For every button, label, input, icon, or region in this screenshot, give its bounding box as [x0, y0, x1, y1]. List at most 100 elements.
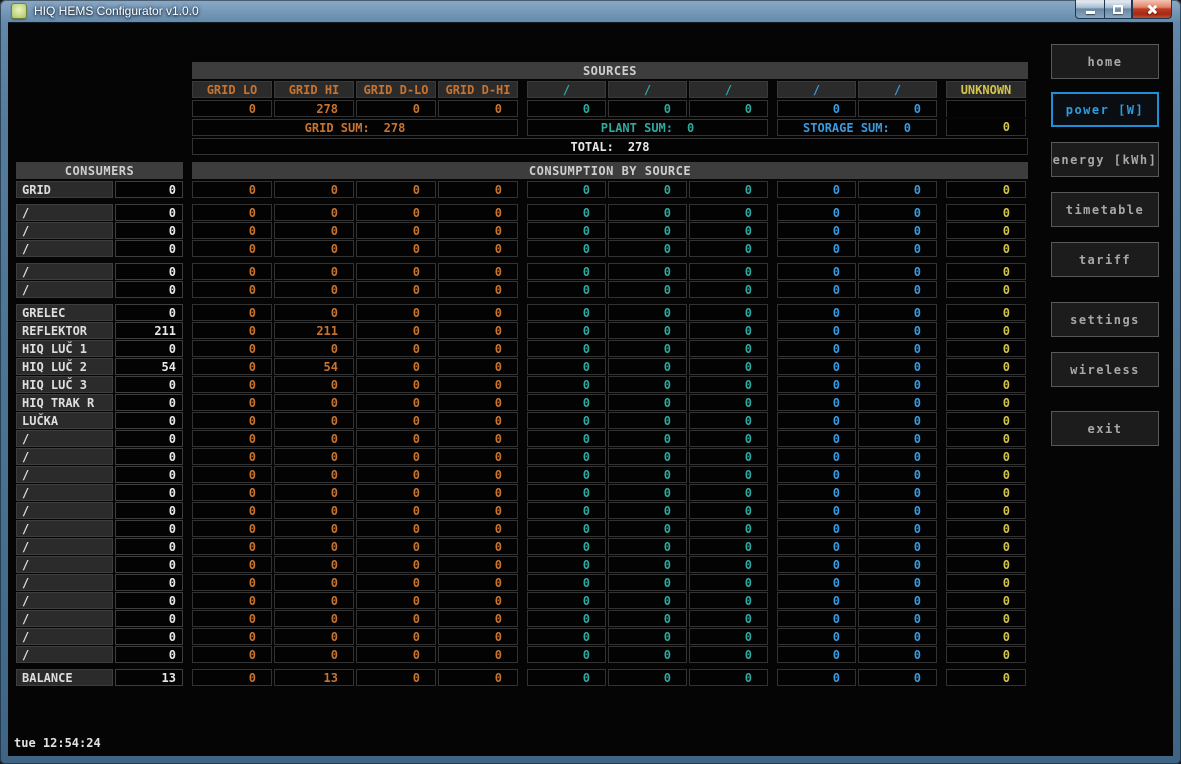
matrix-cell: 0: [356, 520, 436, 537]
nav-button-timetable[interactable]: timetable: [1051, 192, 1159, 227]
matrix-cell: 0: [527, 574, 606, 591]
matrix-cell: 0: [274, 281, 354, 298]
window-controls: [1075, 0, 1172, 19]
consumer-name: /: [16, 592, 113, 609]
group-separator: [939, 204, 944, 221]
nav-button-home[interactable]: home: [1051, 44, 1159, 79]
matrix-cell: 0: [689, 376, 768, 393]
nav-button-settings[interactable]: settings: [1051, 302, 1159, 337]
matrix-cell: 0: [777, 204, 856, 221]
matrix-cell: 0: [777, 304, 856, 321]
minimize-button[interactable]: [1075, 0, 1104, 19]
matrix-cell: 0: [608, 412, 687, 429]
source-col-header: GRID D-LO: [356, 81, 436, 98]
group-separator: [770, 322, 775, 339]
matrix-cell: 0: [689, 592, 768, 609]
matrix-row: 0000000000: [192, 304, 1028, 321]
group-separator: [939, 340, 944, 357]
matrix-cell: 0: [192, 322, 272, 339]
group-separator: [520, 81, 525, 98]
matrix-cell: 0: [777, 466, 856, 483]
matrix-cell: 0: [356, 376, 436, 393]
sources-table: SOURCES GRID LO GRID HI GRID D-LO GRID D-HI…: [192, 62, 1028, 155]
consumer-row: /0: [16, 646, 183, 663]
matrix-cell: 0: [192, 646, 272, 663]
matrix-cell: 0: [858, 281, 937, 298]
group-separator: [520, 669, 525, 686]
sources-title-bar: SOURCES: [192, 62, 1028, 79]
matrix-cell: 0: [192, 574, 272, 591]
source-col-header: GRID D-HI: [438, 81, 518, 98]
matrix-cell: 0: [777, 610, 856, 627]
group-separator: [939, 412, 944, 429]
matrix-cell: 0: [527, 448, 606, 465]
matrix-cell: 0: [274, 394, 354, 411]
matrix-row: 0000000000: [192, 448, 1028, 465]
nav-button-wireless[interactable]: wireless: [1051, 352, 1159, 387]
group-separator: [770, 81, 775, 98]
matrix-cell: 0: [858, 240, 937, 257]
matrix-cell: 0: [608, 610, 687, 627]
maximize-icon: [1113, 4, 1123, 14]
consumer-value: 0: [115, 628, 183, 645]
matrix-cell: 0: [858, 669, 937, 686]
consumer-row: HIQ LUČ 2 54: [16, 358, 183, 375]
matrix-cell: 0: [356, 669, 436, 686]
matrix-cell: 0: [438, 181, 518, 198]
matrix-cell: 0: [274, 610, 354, 627]
matrix-cell: 0: [274, 466, 354, 483]
consumer-value: 0: [115, 448, 183, 465]
consumer-row: /0: [16, 592, 183, 609]
matrix-cell: 0: [274, 646, 354, 663]
matrix-cell: 0: [858, 556, 937, 573]
matrix-cell: 0: [438, 281, 518, 298]
matrix-cell: 0: [858, 592, 937, 609]
matrix-cell: 0: [608, 466, 687, 483]
group-separator: [770, 628, 775, 645]
consumer-name: GRELEC: [16, 304, 113, 321]
nav-button-energy-kwh[interactable]: energy [kWh]: [1051, 142, 1159, 177]
matrix-cell: 0: [438, 448, 518, 465]
matrix-row: 0000000000: [192, 240, 1028, 257]
maximize-button[interactable]: [1104, 0, 1132, 19]
grid-sum-label: GRID SUM:: [304, 120, 370, 135]
matrix-cell: 0: [527, 240, 606, 257]
matrix-cell: 0: [946, 556, 1026, 573]
group-separator: [770, 204, 775, 221]
titlebar[interactable]: HIQ HEMS Configurator v1.0.0: [0, 0, 1181, 22]
matrix-cell: 0: [946, 646, 1026, 663]
matrix-cell: 0: [527, 263, 606, 280]
nav-button-exit[interactable]: exit: [1051, 411, 1159, 446]
consumer-name: REFLEKTOR: [16, 322, 113, 339]
group-separator: [770, 376, 775, 393]
matrix-cell: 0: [858, 181, 937, 198]
matrix-cell: 0: [192, 376, 272, 393]
nav-button-tariff[interactable]: tariff: [1051, 242, 1159, 277]
matrix-cell: 0: [274, 502, 354, 519]
matrix-row: 0 211 0 0 0 0 0 0 0 0: [192, 322, 1028, 339]
close-icon: [1147, 4, 1158, 15]
matrix-cell: 0: [689, 520, 768, 537]
matrix-cell: 0: [192, 502, 272, 519]
group-separator: [770, 181, 775, 198]
matrix-cell: 0: [689, 181, 768, 198]
group-separator: [520, 204, 525, 221]
matrix-row: 0000000000: [192, 484, 1028, 501]
nav-button-power-w[interactable]: power [W]: [1051, 92, 1159, 127]
matrix-cell: 0: [777, 263, 856, 280]
consumer-value: 0: [115, 204, 183, 221]
consumer-name: /: [16, 430, 113, 447]
sources-total-row: TOTAL: 278: [192, 138, 1028, 155]
consumer-row: /0: [16, 204, 183, 221]
matrix-cell: 0: [527, 322, 606, 339]
close-button[interactable]: [1132, 0, 1172, 19]
matrix-cell: 0: [527, 376, 606, 393]
matrix-cell: 0: [777, 358, 856, 375]
matrix-cell: 0: [527, 520, 606, 537]
consumer-row: /0: [16, 610, 183, 627]
matrix-row: 0000000000: [192, 538, 1028, 555]
group-separator: [520, 628, 525, 645]
consumers-table: CONSUMERS GRID 0/0/0/0/0/0 GRELEC 0 REFLEKTO…: [16, 162, 183, 687]
matrix-cell: 0: [777, 181, 856, 198]
source-col-header: /: [608, 81, 687, 98]
